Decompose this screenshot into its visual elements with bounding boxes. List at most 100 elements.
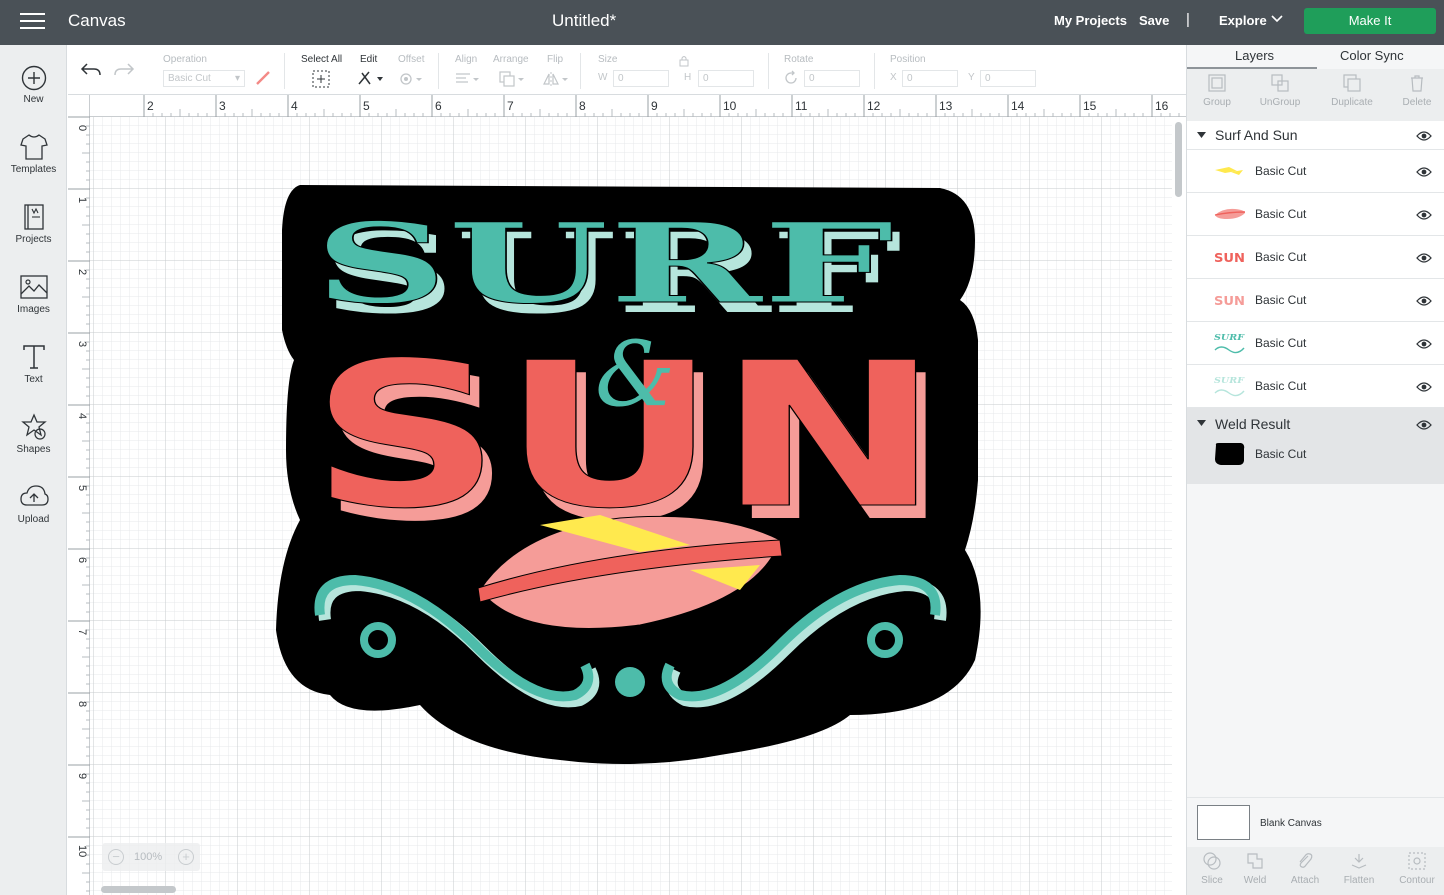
tab-layers[interactable]: Layers	[1235, 48, 1274, 63]
layer-item[interactable]: SURF Basic Cut	[1187, 365, 1444, 408]
document-title[interactable]: Untitled*	[552, 11, 616, 31]
eye-icon[interactable]	[1416, 295, 1432, 307]
caret-down-icon[interactable]	[1197, 132, 1206, 139]
layer-item[interactable]: SUN Basic Cut	[1187, 236, 1444, 279]
sidebar-item-upload[interactable]: Upload	[0, 483, 67, 543]
lock-icon[interactable]	[679, 55, 689, 67]
flatten-button[interactable]: Flatten	[1334, 851, 1384, 886]
attach-label: Attach	[1290, 875, 1320, 886]
sidebar-item-projects[interactable]: Projects	[0, 203, 67, 263]
eye-icon[interactable]	[1416, 209, 1432, 221]
layer-group-surf-and-sun[interactable]: Surf And Sun	[1187, 121, 1444, 150]
eye-icon[interactable]	[1416, 252, 1432, 264]
eye-icon[interactable]	[1416, 381, 1432, 393]
weld-icon	[1247, 853, 1263, 869]
align-icon[interactable]	[454, 71, 480, 87]
width-input[interactable]: 0	[613, 70, 669, 87]
my-projects-link[interactable]: My Projects	[1054, 13, 1127, 28]
operation-select[interactable]: Basic Cut ▾	[163, 70, 245, 87]
ruler-label: 15	[1083, 99, 1097, 113]
ruler-label: 10	[76, 845, 88, 857]
layer-item[interactable]: Basic Cut	[1187, 193, 1444, 236]
position-label: Position	[890, 54, 926, 65]
duplicate-button[interactable]: Duplicate	[1322, 73, 1382, 108]
x-input[interactable]: 0	[902, 70, 958, 87]
flip-icon[interactable]	[542, 70, 570, 88]
weld-button[interactable]: Weld	[1230, 851, 1280, 886]
top-ruler: 2 3 4 5 6 7 8 9 10 11 12 13 14 15 16	[68, 95, 1186, 117]
sidebar-item-new[interactable]: New	[0, 65, 67, 125]
zoom-control: − 100% +	[102, 843, 200, 871]
hamburger-menu-icon[interactable]	[20, 13, 45, 31]
height-label: H	[684, 72, 692, 83]
rotate-input[interactable]: 0	[804, 70, 860, 87]
tab-color-sync[interactable]: Color Sync	[1340, 48, 1404, 63]
weld-label: Weld	[1243, 875, 1267, 886]
ruler-label: 2	[76, 269, 88, 275]
x-value: 0	[907, 73, 913, 84]
redo-icon[interactable]	[113, 61, 135, 79]
explore-menu[interactable]: Explore	[1219, 13, 1267, 28]
blank-canvas-row[interactable]: Blank Canvas	[1187, 797, 1444, 847]
shapes-icon	[20, 413, 47, 440]
rotate-label: Rotate	[784, 54, 814, 65]
svg-text:SUN: SUN	[1214, 251, 1245, 265]
layer-group-weld-result[interactable]: Weld Result	[1187, 408, 1444, 439]
ruler-label: 8	[579, 99, 586, 113]
toolbar-divider	[438, 53, 439, 89]
layer-item[interactable]: Basic Cut	[1187, 439, 1444, 484]
make-it-button[interactable]: Make It	[1304, 8, 1436, 34]
align-label: Align	[455, 54, 478, 65]
ruler-label: 7	[507, 99, 514, 113]
sidebar-item-shapes[interactable]: Shapes	[0, 413, 67, 473]
layer-item[interactable]: SUN Basic Cut	[1187, 279, 1444, 322]
sidebar-label: Shapes	[16, 444, 51, 455]
svg-text:SURF: SURF	[1214, 375, 1246, 385]
sidebar-item-text[interactable]: Text	[0, 343, 67, 403]
layer-item[interactable]: Basic Cut	[1187, 150, 1444, 193]
pen-color-icon[interactable]	[254, 69, 272, 87]
chevron-down-icon[interactable]	[1271, 15, 1283, 23]
duplicate-icon	[1343, 74, 1361, 92]
ruler-label: 9	[651, 99, 658, 113]
design-canvas[interactable]: SURF SURF SUN SUN & 2 3 4 5 6 7 8 9 10 1…	[68, 95, 1186, 895]
sidebar-label: New	[23, 94, 44, 105]
offset-icon[interactable]	[398, 71, 424, 87]
arrange-icon[interactable]	[498, 70, 526, 88]
design-ampersand: &	[595, 322, 675, 427]
image-icon	[19, 275, 48, 299]
ungroup-button[interactable]: UnGroup	[1250, 73, 1310, 108]
edit-tools-icon[interactable]	[357, 69, 385, 87]
rotate-icon	[785, 70, 797, 84]
canvas-color-swatch[interactable]	[1197, 805, 1250, 840]
delete-button[interactable]: Delete	[1387, 73, 1444, 108]
ruler-label: 14	[1011, 99, 1025, 113]
caret-down-icon[interactable]	[1197, 420, 1206, 427]
operation-label: Operation	[163, 54, 207, 65]
group-button[interactable]: Group	[1187, 73, 1247, 108]
save-button[interactable]: Save	[1139, 13, 1169, 28]
zoom-in-button[interactable]: +	[178, 849, 194, 865]
layer-item[interactable]: SURF Basic Cut	[1187, 322, 1444, 365]
select-all-icon[interactable]	[312, 70, 330, 88]
undo-icon[interactable]	[80, 61, 102, 79]
eye-icon[interactable]	[1416, 166, 1432, 178]
layer-thumbnail	[1214, 208, 1246, 219]
vertical-scrollbar[interactable]	[1175, 122, 1182, 197]
eye-icon[interactable]	[1416, 419, 1432, 431]
eye-icon[interactable]	[1416, 338, 1432, 350]
surf-and-sun-design[interactable]: SURF SURF SUN SUN &	[276, 185, 981, 764]
zoom-out-button[interactable]: −	[108, 849, 124, 865]
attach-button[interactable]: Attach	[1280, 851, 1330, 886]
y-input[interactable]: 0	[980, 70, 1036, 87]
toolbar-divider	[874, 53, 875, 89]
sidebar-item-images[interactable]: Images	[0, 273, 67, 333]
height-value: 0	[703, 73, 709, 84]
height-input[interactable]: 0	[698, 70, 754, 87]
horizontal-scrollbar[interactable]	[101, 886, 176, 893]
contour-button[interactable]: Contour	[1392, 851, 1442, 886]
projects-icon	[23, 204, 44, 230]
layers-panel: Layers Color Sync Group UnGroup Duplicat…	[1186, 45, 1444, 895]
sidebar-item-templates[interactable]: Templates	[0, 133, 67, 193]
eye-icon[interactable]	[1416, 130, 1432, 142]
